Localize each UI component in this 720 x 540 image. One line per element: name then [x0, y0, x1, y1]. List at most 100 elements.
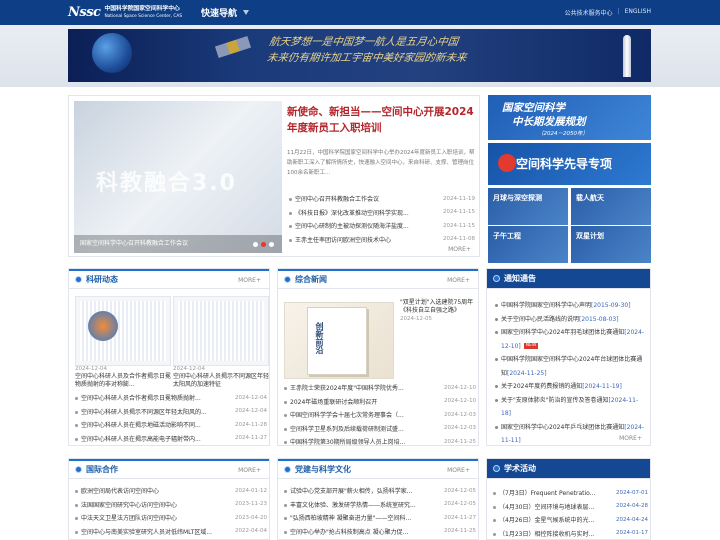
section-title: 科研动态 [86, 275, 118, 284]
pioneer-logo-icon [498, 154, 516, 172]
list-item[interactable]: 空间中心研制的主被动探测仪随海洋盐度... 2024-11-15 [287, 219, 475, 233]
list-item[interactable]: （1月23日）相控阵接收机与实时... 2024-01-17 [491, 527, 648, 540]
list-item[interactable]: 王赤院士荣获2024年度"中国科学院优秀... 2024-12-10 [282, 381, 476, 395]
section-title: 党建与科学文化 [295, 465, 351, 474]
section-general-news: 综合新闻 MORE+ 创新前沿 "双星计划"入选建院75周年《科技自立自强之路》… [277, 268, 479, 446]
section-bullet-icon [493, 275, 500, 282]
list-item[interactable]: 《科技日报》深化改革推动空间科学实现... 2024-11-15 [287, 206, 475, 220]
research-news-list: 空间中心科研人员合作者揭示日冕物质抛射... 2024-12-04 空间中心科研人… [73, 391, 267, 445]
list-item[interactable]: 空间中心科研人员在揭示地磁活动影响不同... 2024-11-28 [73, 418, 267, 432]
academic-news-list: （7月3日）Frequent Penetratio... 2024-07-01 （… [491, 486, 648, 540]
feature-caption[interactable]: "双星计划"入选建院75周年《科技自立自强之路》 2024-12-05 [400, 299, 474, 323]
promo-pioneer-project[interactable]: 空间科学先导专项 [488, 143, 651, 185]
list-item[interactable]: 空间科学卫星系列及后续载荷研制测试盛... 2024-12-03 [282, 422, 476, 436]
list-item[interactable]: 空间中心召开科教融合工作会议 2024-11-19 [287, 192, 475, 206]
list-item[interactable]: "弘扬西柏坡精神 凝聚奋进力量"——空间科... 2024-11-27 [282, 511, 476, 525]
top-bar: Nssc 中国科学院国家空间科学中心 National Space Scienc… [0, 0, 720, 25]
notice-item[interactable]: 关于空间中心民活路线的说明[2015-08-03] [493, 313, 645, 327]
banner-slogan: 航天梦想一是中国梦一航人是五月心中国 未来仍有期许加工宇宙中美好家园的新未来 [266, 36, 468, 64]
section-bullet-icon [493, 465, 500, 472]
link-public-service[interactable]: 公共技术服务中心 [565, 8, 613, 17]
logo-mark: Nssc [68, 5, 101, 20]
org-name-cn: 中国科学院国家空间科学中心 [104, 5, 180, 12]
tile-double-star[interactable]: 双星计划 [571, 226, 651, 263]
notice-item[interactable]: 国家空间科学中心2024年羽毛球团体比赛通知[2024-12-10] NEW [493, 326, 645, 353]
notice-item[interactable]: 国家空间科学中心2024年乒乓球团体比赛通知[2024-11-11] [493, 421, 645, 448]
list-item[interactable]: （4月30日）空间环境与地球表层... 2024-04-28 [491, 500, 648, 514]
hero-news: 科教融合3.0 国家空间科学中心召开科教融合工作会议 新使命、新担当——空间中心… [68, 95, 480, 257]
link-english[interactable]: ENGLISH [625, 8, 651, 17]
tile-lunar-deep-space[interactable]: 月球与深空探测 [488, 188, 568, 225]
list-item[interactable]: （4月26日）金星气候系统中的光... 2024-04-24 [491, 513, 648, 527]
list-item[interactable]: 空间中心举办"抢占科技制高点 凝心聚力促... 2024-11-25 [282, 525, 476, 539]
slide-title: 科教融合3.0 [96, 171, 237, 196]
section-bullet-icon [75, 276, 82, 283]
slide-dots [253, 242, 274, 247]
banner: 航天梦想一是中国梦一航人是五月心中国 未来仍有期许加工宇宙中美好家园的新未来 [68, 29, 651, 82]
caret-down-icon [243, 10, 250, 15]
section-bullet-icon [284, 276, 291, 283]
party-news-list: 试验中心党支部开展"薪火相传，弘扬科学家... 2024-12-05 丰富文化体验… [282, 484, 476, 538]
list-item[interactable]: 法国国家空间研究中心访问空间中心 2023-11-23 [73, 498, 267, 512]
list-item[interactable]: 空间中心科研人员在揭示高能电子辐射带内... 2024-11-27 [73, 432, 267, 446]
hero-more-link[interactable]: MORE+ [448, 246, 471, 253]
top-links: 公共技术服务中心 | ENGLISH [565, 8, 651, 17]
notice-list: 中国科学院国家空间科学中心声明[2015-09-30] 关于空间中心民活路线的说… [493, 299, 645, 448]
intl-news-list: 欧洲空间局代表访问空间中心 2024-01-12 法国国家空间研究中心访问空间中心… [73, 484, 267, 538]
section-notices: 通知通告 中国科学院国家空间科学中心声明[2015-09-30] 关于空间中心民… [486, 268, 651, 446]
notice-item[interactable]: 中国科学院国家空间科学中心声明[2015-09-30] [493, 299, 645, 313]
research-thumb[interactable] [75, 296, 171, 366]
intl-more-link[interactable]: MORE+ [238, 467, 261, 474]
quick-nav-button[interactable]: 快速导航 [201, 6, 250, 19]
promo-development-plan[interactable]: 国家空间科学 中长期发展规划 （2024－2050年） [488, 95, 651, 140]
list-item[interactable]: 空间中心与南美实验室研究人员对低纬MLT区域... 2022-04-04 [73, 525, 267, 539]
research-caption[interactable]: 2024-12-04 空间中心科研人员揭示不同源区年轻太阳风的加速特征 [173, 365, 269, 389]
section-bullet-icon [284, 466, 291, 473]
section-international: 国际合作 MORE+ 欧洲空间局代表访问空间中心 2024-01-12 法国国家空… [68, 458, 270, 540]
section-title: 通知通告 [504, 274, 536, 283]
notice-item[interactable]: 关于"支原体肺炎"防治的宣传及答卷通知[2024-11-18] [493, 394, 645, 421]
hero-news-list: 空间中心召开科教融合工作会议 2024-11-19 《科技日报》深化改革推动空间科… [287, 192, 475, 246]
feature-image[interactable]: 创新前沿 [284, 302, 394, 379]
section-title: 综合新闻 [295, 275, 327, 284]
list-item[interactable]: 中国空间科学学会十届七次常务理事会（... 2024-12-03 [282, 408, 476, 422]
hero-headline[interactable]: 新使命、新担当——空间中心开展2024年度新员工入职培训 [287, 104, 477, 136]
party-more-link[interactable]: MORE+ [447, 467, 470, 474]
notice-item[interactable]: 关于2024年度药费报销的通知[2024-11-19] [493, 380, 645, 394]
slide-dot[interactable] [269, 242, 274, 247]
list-item[interactable]: 2024年磁场重联研讨会顺利召开 2024-12-10 [282, 395, 476, 409]
list-item[interactable]: 丰富文化体验、激发研学热情——系统室研究... 2024-12-05 [282, 498, 476, 512]
list-item[interactable]: 欧洲空间局代表访问空间中心 2024-01-12 [73, 484, 267, 498]
hero-slide[interactable]: 科教融合3.0 国家空间科学中心召开科教融合工作会议 [74, 101, 282, 253]
research-caption[interactable]: 2024-12-04 空间中心科研人员及合作者揭示日冕物质抛射的非对称膨... [75, 365, 171, 389]
general-news-list: 王赤院士荣获2024年度"中国科学院优秀... 2024-12-10 2024年磁… [282, 381, 476, 449]
hero-summary: 11月22日，中国科学院国家空间科学中心举办2024年度新员工入职培训，帮助新职… [287, 150, 475, 176]
slide-dot-active[interactable] [261, 242, 266, 247]
site-logo[interactable]: Nssc 中国科学院国家空间科学中心 National Space Scienc… [68, 4, 198, 21]
list-item[interactable]: 试验中心党支部开展"薪火相传，弘扬科学家... 2024-12-05 [282, 484, 476, 498]
book-cover-title: 创新前沿 [315, 322, 324, 354]
satellite-icon [214, 36, 252, 58]
section-title: 学术活动 [504, 464, 536, 473]
slide-dot[interactable] [253, 242, 258, 247]
section-academic: 学术活动 （7月3日）Frequent Penetratio... 2024-07… [486, 458, 651, 540]
tile-meridian-project[interactable]: 子午工程 [488, 226, 568, 263]
list-item[interactable]: 中国科学院第30期所局级领导人员上岗培... 2024-11-25 [282, 435, 476, 449]
list-item[interactable]: 中法天文卫星法方团队访问空间中心 2023-04-20 [73, 511, 267, 525]
new-badge: NEW [523, 343, 539, 349]
notice-item[interactable]: 中国科学院国家空间科学中心2024年台球团体比赛通知[2024-11-25] [493, 353, 645, 380]
earth-icon [92, 33, 132, 73]
rocket-icon [623, 35, 631, 77]
link-separator: | [617, 8, 620, 15]
list-item[interactable]: 空间中心科研人员揭示不同源区年轻太阳风的... 2024-12-04 [73, 405, 267, 419]
slide-caption: 国家空间科学中心召开科教融合工作会议 [74, 235, 282, 253]
list-item[interactable]: 王赤主任率团访问欧洲空间技术中心 2024-11-08 [287, 233, 475, 247]
general-more-link[interactable]: MORE+ [447, 277, 470, 284]
tile-manned-spaceflight[interactable]: 载人航天 [571, 188, 651, 225]
section-research: 科研动态 MORE+ 2024-12-04 空间中心科研人员及合作者揭示日冕物质抛… [68, 268, 270, 446]
notices-more-link[interactable]: MORE+ [619, 435, 642, 442]
research-more-link[interactable]: MORE+ [238, 277, 261, 284]
list-item[interactable]: 空间中心科研人员合作者揭示日冕物质抛射... 2024-12-04 [73, 391, 267, 405]
list-item[interactable]: （7月3日）Frequent Penetratio... 2024-07-01 [491, 486, 648, 500]
research-thumb[interactable] [173, 296, 269, 366]
